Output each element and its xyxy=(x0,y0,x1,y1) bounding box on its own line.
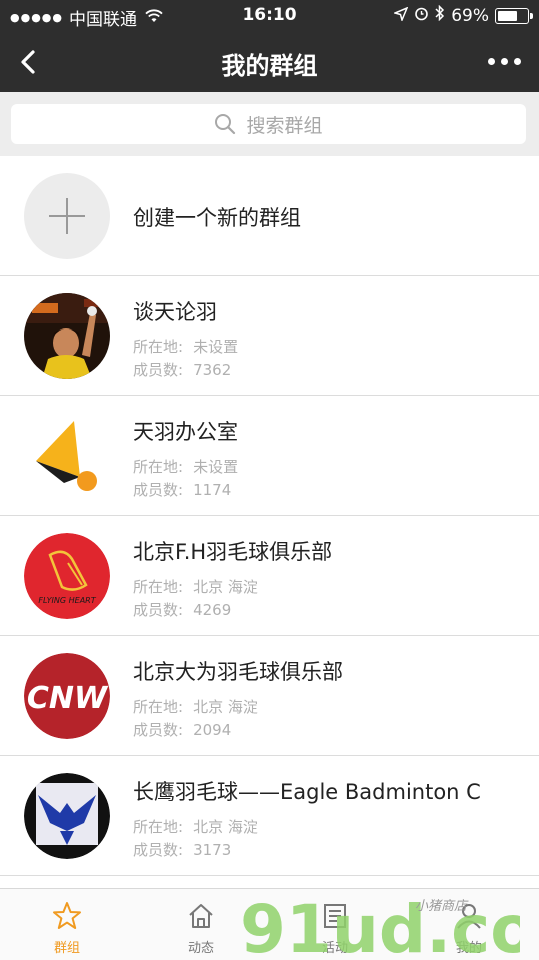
location-label: 所在地: xyxy=(133,338,184,356)
flying-heart-logo-icon: FLYING HEART xyxy=(24,533,110,619)
tab-label: 动态 xyxy=(187,941,214,956)
group-location: 所在地: 未设置 xyxy=(133,336,238,357)
search-input[interactable]: 搜索群组 xyxy=(11,104,526,144)
group-avatar xyxy=(24,773,110,859)
status-bar-right: 69% xyxy=(392,4,533,26)
members-label: 成员数: xyxy=(133,601,184,619)
members-value: 3173 xyxy=(193,841,232,859)
cnw-logo-icon: CNW xyxy=(24,653,110,739)
location-value: 未设置 xyxy=(193,458,239,476)
bluetooth-icon xyxy=(435,4,445,26)
group-name: 北京F.H羽毛球俱乐部 xyxy=(133,540,333,564)
more-button[interactable] xyxy=(488,58,521,65)
tab-groups[interactable]: 群组 xyxy=(0,889,134,960)
group-members: 成员数: 4269 xyxy=(133,599,231,620)
members-label: 成员数: xyxy=(133,841,184,859)
group-location: 所在地: 北京 海淀 xyxy=(133,696,258,717)
group-avatar: CNW xyxy=(24,653,110,739)
members-value: 4269 xyxy=(193,601,232,619)
group-members: 成员数: 2094 xyxy=(133,719,231,740)
group-location: 所在地: 北京 海淀 xyxy=(133,816,258,837)
group-location: 所在地: 北京 海淀 xyxy=(133,576,258,597)
members-value: 1174 xyxy=(193,481,232,499)
plus-icon xyxy=(24,173,110,259)
list-icon xyxy=(324,904,346,928)
location-arrow-icon xyxy=(392,6,409,26)
eagle-logo-icon xyxy=(24,773,110,859)
group-name: 北京大为羽毛球俱乐部 xyxy=(133,660,343,684)
home-icon xyxy=(189,904,213,928)
location-label: 所在地: xyxy=(133,458,184,476)
search-icon xyxy=(215,114,236,135)
tab-activities[interactable]: 活动 xyxy=(268,889,402,960)
location-value: 北京 海淀 xyxy=(193,818,258,836)
location-value: 北京 海淀 xyxy=(193,698,258,716)
tab-bar: 群组 动态 活动 我的 xyxy=(0,888,539,960)
cnw-text: CNW xyxy=(27,681,109,716)
group-members: 成员数: 7362 xyxy=(133,359,231,380)
members-label: 成员数: xyxy=(133,721,184,739)
search-bar-container: 搜索群组 xyxy=(0,92,539,156)
battery-level-fill xyxy=(498,10,518,21)
group-avatar: FLYING HEART xyxy=(24,533,110,619)
group-row[interactable]: CNW 北京大为羽毛球俱乐部 所在地: 北京 海淀 成员数: 2094 xyxy=(0,636,539,756)
battery-icon xyxy=(495,7,533,24)
alarm-icon xyxy=(414,6,429,26)
more-dots-icon xyxy=(488,58,495,65)
location-value: 未设置 xyxy=(193,338,239,356)
tab-feed[interactable]: 动态 xyxy=(134,889,268,960)
members-label: 成员数: xyxy=(133,361,184,379)
location-label: 所在地: xyxy=(133,578,184,596)
battery-percent: 69% xyxy=(451,5,489,26)
person-icon xyxy=(457,904,481,929)
group-avatar xyxy=(24,413,110,499)
flying-heart-text: FLYING HEART xyxy=(38,596,96,605)
group-name: 谈天论羽 xyxy=(133,300,217,324)
group-avatar xyxy=(24,293,110,379)
status-bar: ●●●●● 中国联通 16:10 69% xyxy=(0,0,539,32)
group-members: 成员数: 3173 xyxy=(133,839,231,860)
tab-me[interactable]: 我的 xyxy=(402,889,536,960)
members-label: 成员数: xyxy=(133,481,184,499)
group-name: 天羽办公室 xyxy=(133,420,238,444)
group-row[interactable]: 长鹰羽毛球——Eagle Badminton C 所在地: 北京 海淀 成员数: 3… xyxy=(0,756,539,876)
members-value: 2094 xyxy=(193,721,232,739)
create-group-label: 创建一个新的群组 xyxy=(133,206,301,230)
tab-label: 我的 xyxy=(455,941,482,956)
group-name: 长鹰羽毛球——Eagle Badminton C xyxy=(133,780,481,804)
star-icon xyxy=(53,902,81,929)
navigation-bar: 我的群组 xyxy=(0,32,539,92)
shuttlecock-logo-icon xyxy=(24,413,110,499)
group-members: 成员数: 1174 xyxy=(133,479,231,500)
tab-label: 活动 xyxy=(321,941,348,956)
page-title: 我的群组 xyxy=(221,52,318,80)
group-list: 创建一个新的群组 谈天论羽 所在地: 未设置 成员数: 7362 天羽办公室 所… xyxy=(0,156,539,876)
tab-label: 群组 xyxy=(53,941,80,956)
location-value: 北京 海淀 xyxy=(193,578,258,596)
search-placeholder: 搜索群组 xyxy=(246,114,323,137)
group-location: 所在地: 未设置 xyxy=(133,456,238,477)
group-row[interactable]: FLYING HEART 北京F.H羽毛球俱乐部 所在地: 北京 海淀 成员数: 4… xyxy=(0,516,539,636)
location-label: 所在地: xyxy=(133,818,184,836)
create-group-row[interactable]: 创建一个新的群组 xyxy=(0,156,539,276)
group-row[interactable]: 天羽办公室 所在地: 未设置 成员数: 1174 xyxy=(0,396,539,516)
location-label: 所在地: xyxy=(133,698,184,716)
members-value: 7362 xyxy=(193,361,232,379)
group-row[interactable]: 谈天论羽 所在地: 未设置 成员数: 7362 xyxy=(0,276,539,396)
player-photo-image xyxy=(24,293,110,379)
